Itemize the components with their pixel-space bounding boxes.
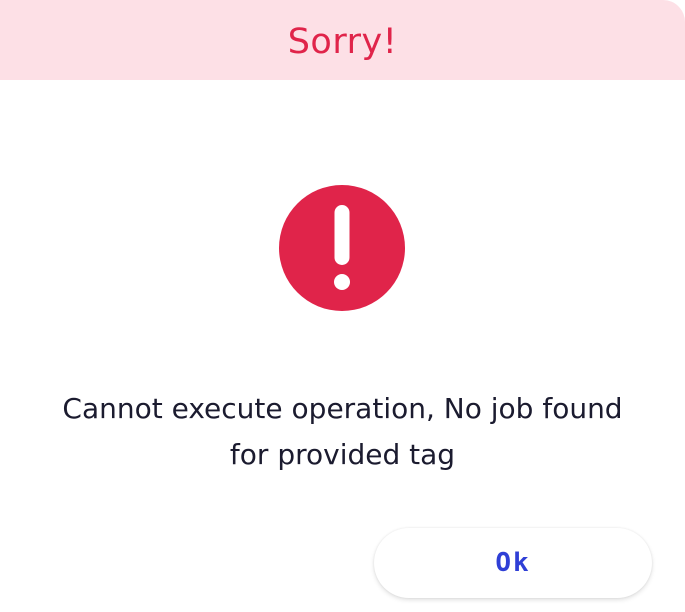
- error-dialog: Sorry! Cannot execute operation, No job …: [0, 0, 685, 612]
- dialog-title: Sorry!: [287, 22, 398, 62]
- error-message: Cannot execute operation, No job found f…: [62, 392, 623, 471]
- ok-button-label: Ok: [495, 548, 531, 578]
- ok-button[interactable]: Ok: [374, 528, 652, 598]
- dialog-header: Sorry!: [0, 0, 685, 80]
- exclamation-circle-icon: [279, 185, 405, 311]
